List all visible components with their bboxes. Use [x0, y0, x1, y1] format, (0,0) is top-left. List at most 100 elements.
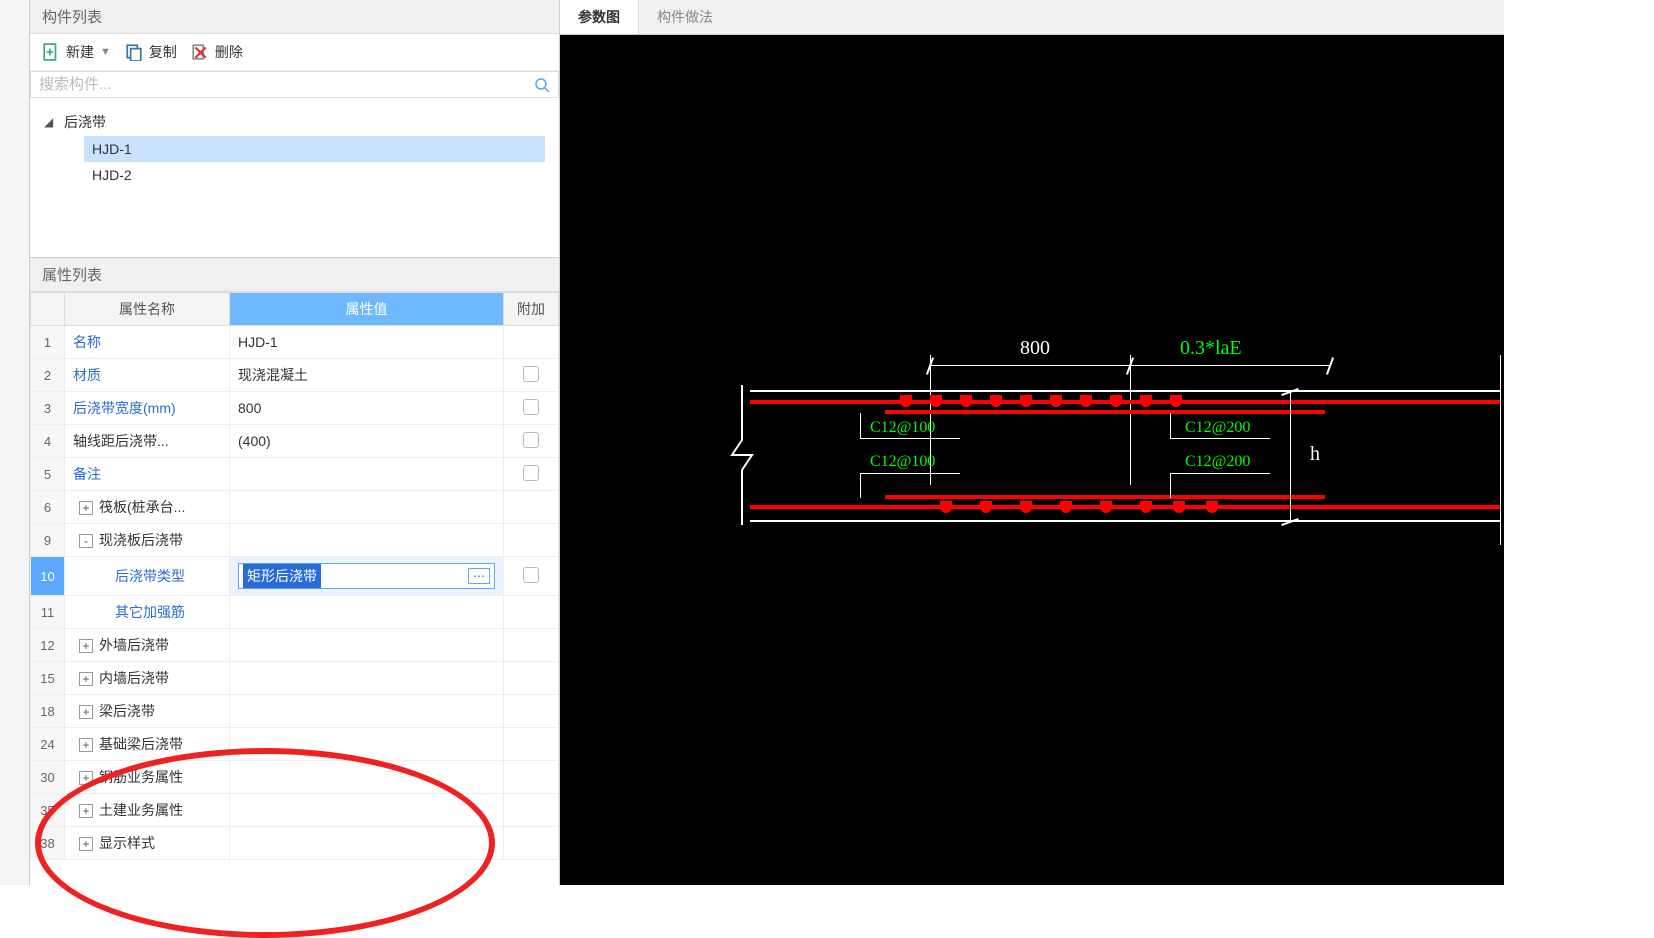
expand-icon[interactable]: +: [79, 501, 93, 515]
component-list-header: 构件列表: [30, 0, 559, 34]
checkbox[interactable]: [523, 366, 539, 382]
section-top: [750, 390, 1500, 392]
table-row[interactable]: 2材质现浇混凝土: [31, 359, 559, 392]
property-value[interactable]: [230, 596, 504, 629]
property-value[interactable]: [230, 662, 504, 695]
table-row[interactable]: 10后浇带类型矩形后浇带⋯: [31, 557, 559, 596]
extra-cell: [504, 326, 559, 359]
table-row[interactable]: 24+基础梁后浇带: [31, 728, 559, 761]
value-editor[interactable]: 矩形后浇带 ⋯: [238, 563, 495, 589]
table-row[interactable]: 38+显示样式: [31, 827, 559, 860]
tree-item-hjd1[interactable]: HJD-1: [84, 136, 545, 162]
property-value[interactable]: 矩形后浇带 ⋯: [230, 557, 504, 596]
row-number: 15: [31, 662, 65, 695]
property-value[interactable]: [230, 695, 504, 728]
property-value[interactable]: [230, 458, 504, 491]
dim-h-line: [1290, 390, 1291, 520]
rebar-bottom-short: [885, 495, 1325, 499]
table-row[interactable]: 3后浇带宽度(mm)800: [31, 392, 559, 425]
property-value[interactable]: [230, 629, 504, 662]
checkbox[interactable]: [523, 399, 539, 415]
property-value[interactable]: [230, 761, 504, 794]
extra-cell: [504, 728, 559, 761]
table-row[interactable]: 9-现浇板后浇带: [31, 524, 559, 557]
new-button[interactable]: 新建 ▼: [42, 42, 111, 62]
search-input[interactable]: [39, 76, 534, 93]
component-toolbar: 新建 ▼ 复制 删除: [30, 34, 559, 71]
extra-cell: [504, 695, 559, 728]
rebar-top-left-label: C12@100: [870, 419, 935, 437]
table-row[interactable]: 30+钢筋业务属性: [31, 761, 559, 794]
property-value[interactable]: 800: [230, 392, 504, 425]
row-number: 11: [31, 596, 65, 629]
selected-value: 矩形后浇带: [243, 564, 321, 588]
tree-item-hjd2[interactable]: HJD-2: [84, 162, 545, 188]
property-name: 轴线距后浇带...: [65, 425, 230, 458]
row-number: 6: [31, 491, 65, 524]
search-input-wrap[interactable]: [30, 71, 559, 98]
right-tabs: 参数图 构件做法: [560, 0, 1504, 35]
extra-cell: [504, 524, 559, 557]
diagram-canvas[interactable]: 800 0.3*laE C12@100 C12@100 C12@200 C12@…: [560, 35, 1504, 885]
expand-icon[interactable]: +: [79, 837, 93, 851]
table-row[interactable]: 4轴线距后浇带...(400): [31, 425, 559, 458]
expand-icon[interactable]: +: [79, 771, 93, 785]
th-value[interactable]: 属性值: [230, 293, 504, 326]
section-bottom: [750, 520, 1500, 522]
delete-button[interactable]: 删除: [191, 42, 243, 62]
property-value[interactable]: (400): [230, 425, 504, 458]
rebar-dot: [1110, 395, 1122, 407]
extra-cell: [504, 827, 559, 860]
checkbox[interactable]: [523, 432, 539, 448]
tree-parent[interactable]: ◢ 后浇带: [44, 108, 545, 136]
leader: [860, 473, 960, 474]
tab-component-method[interactable]: 构件做法: [639, 0, 731, 34]
rebar-dot: [930, 395, 942, 407]
row-number: 24: [31, 728, 65, 761]
extra-cell: [504, 629, 559, 662]
caret-down-icon[interactable]: ◢: [44, 115, 58, 129]
expand-icon[interactable]: +: [79, 672, 93, 686]
property-value[interactable]: [230, 524, 504, 557]
copy-button[interactable]: 复制: [125, 42, 177, 62]
expand-icon[interactable]: +: [79, 804, 93, 818]
table-row[interactable]: 18+梁后浇带: [31, 695, 559, 728]
rebar-dot: [1140, 501, 1152, 513]
expand-icon[interactable]: +: [79, 639, 93, 653]
rebar-bot-right-label: C12@200: [1185, 453, 1250, 471]
collapse-icon[interactable]: -: [79, 534, 93, 548]
property-value[interactable]: [230, 728, 504, 761]
property-section: 属性列表 属性名称 属性值 附加 1名称HJD-12材质现浇混凝土3后浇带宽度(…: [30, 258, 559, 885]
property-name: -现浇板后浇带: [65, 524, 230, 557]
property-value[interactable]: [230, 794, 504, 827]
expand-icon[interactable]: +: [79, 705, 93, 719]
property-name: +外墙后浇带: [65, 629, 230, 662]
tab-param-diagram[interactable]: 参数图: [560, 0, 639, 34]
table-row[interactable]: 35+土建业务属性: [31, 794, 559, 827]
search-icon[interactable]: [534, 77, 550, 93]
table-row[interactable]: 1名称HJD-1: [31, 326, 559, 359]
leader: [1170, 413, 1171, 438]
rebar-dot: [900, 395, 912, 407]
expand-icon[interactable]: +: [79, 738, 93, 752]
checkbox[interactable]: [523, 465, 539, 481]
leader: [860, 473, 861, 498]
property-value[interactable]: [230, 491, 504, 524]
checkbox[interactable]: [523, 567, 539, 583]
section-right-v: [1500, 355, 1501, 545]
table-row[interactable]: 5备注: [31, 458, 559, 491]
extra-cell: [504, 392, 559, 425]
table-row[interactable]: 15+内墙后浇带: [31, 662, 559, 695]
row-number: 4: [31, 425, 65, 458]
extra-cell: [504, 458, 559, 491]
property-value[interactable]: 现浇混凝土: [230, 359, 504, 392]
table-row[interactable]: 12+外墙后浇带: [31, 629, 559, 662]
dim-width: 800: [1020, 337, 1050, 360]
property-value[interactable]: [230, 827, 504, 860]
property-value[interactable]: HJD-1: [230, 326, 504, 359]
th-extra: 附加: [504, 293, 559, 326]
table-row[interactable]: 11其它加强筋: [31, 596, 559, 629]
left-gutter: [0, 0, 30, 885]
table-row[interactable]: 6+筏板(桩承台...: [31, 491, 559, 524]
ellipsis-button[interactable]: ⋯: [468, 568, 490, 584]
